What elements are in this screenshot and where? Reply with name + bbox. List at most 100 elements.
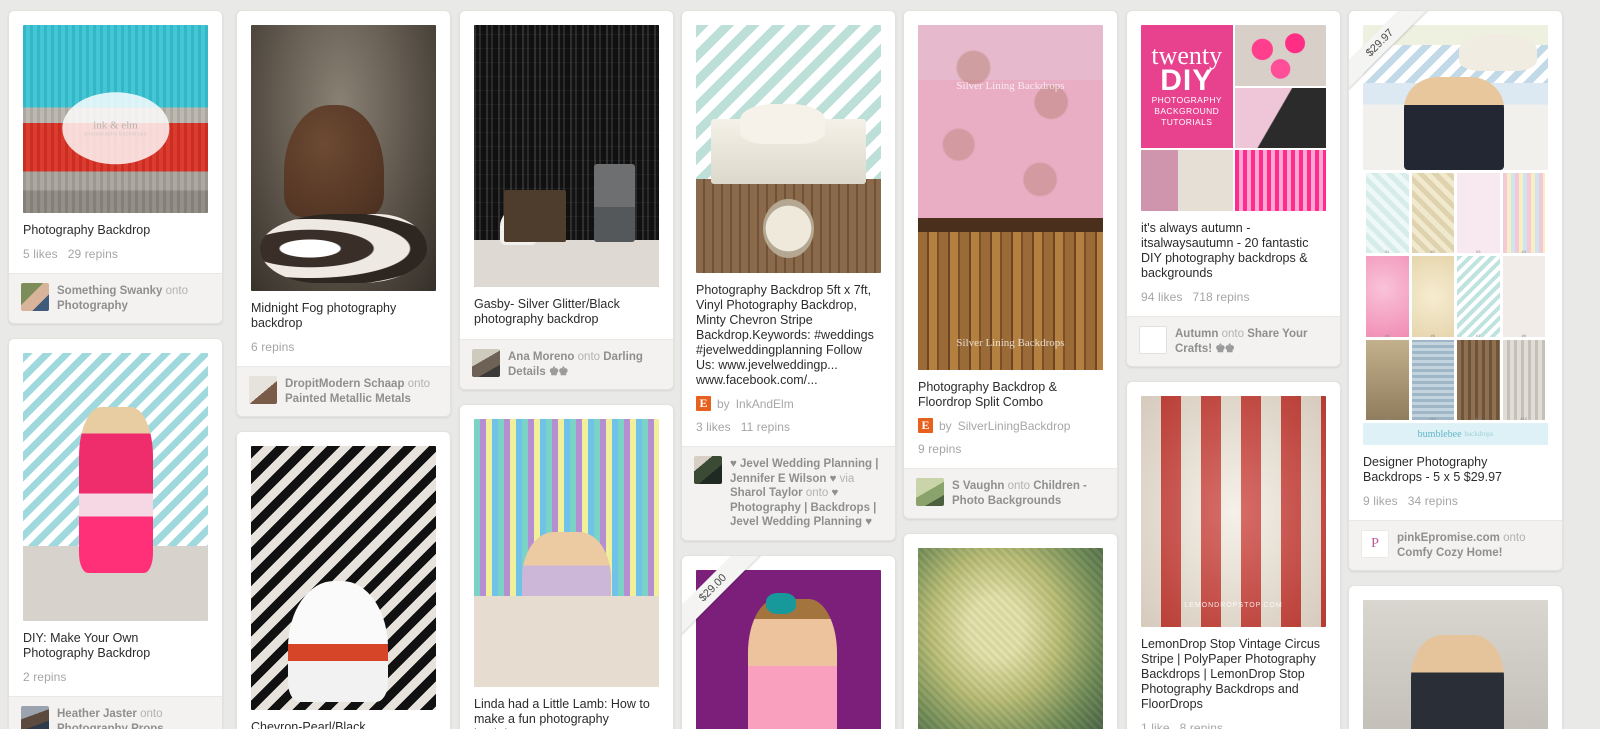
- like-count[interactable]: 3 likes: [696, 420, 731, 434]
- pin-image-container[interactable]: Silver Lining Backdrops Silver Lining Ba…: [904, 11, 1117, 370]
- pin-card-linda-little-lamb[interactable]: Linda had a Little Lamb: How to make a f…: [459, 404, 674, 729]
- pin-attribution[interactable]: P pinkEpromise.com onto Comfy Cozy Home!: [1349, 520, 1562, 570]
- repin-count[interactable]: 29 repins: [68, 247, 118, 261]
- pin-title[interactable]: Chevron-Pearl/Black photography backdrop: [251, 720, 436, 729]
- swatch-12[interactable]: #12: [1502, 339, 1545, 421]
- attrib-user[interactable]: S Vaughn: [952, 480, 1004, 492]
- pin-title[interactable]: Linda had a Little Lamb: How to make a f…: [474, 697, 659, 729]
- pin-title[interactable]: Designer Photography Backdrops - 5 x 5 $…: [1363, 455, 1548, 485]
- pin-card-gasby-silver-glitter[interactable]: Gasby- Silver Glitter/Black photography …: [459, 10, 674, 390]
- pin-attribution[interactable]: Ana Moreno onto Darling Details ♚♚: [460, 339, 673, 389]
- pin-image-brown-chair-cowhide-fog[interactable]: [251, 25, 436, 291]
- repin-count[interactable]: 6 repins: [251, 340, 295, 354]
- repin-count[interactable]: 2 repins: [23, 670, 67, 684]
- swatch-1[interactable]: #1: [1366, 173, 1409, 254]
- swatch-3[interactable]: #3: [1457, 173, 1500, 254]
- attrib-user[interactable]: ♥ Jevel Wedding Planning | Jennifer E Wi…: [730, 458, 879, 485]
- pin-card-20-diy-tutorials[interactable]: twenty DIY PHOTOGRAPHY BACKGROUND TUTORI…: [1126, 10, 1341, 367]
- swatch-9[interactable]: #9: [1366, 339, 1409, 421]
- pin-image-container[interactable]: #1 #2 #3 #4 #5 #6 #7 #8 #9 #10 #11 #12 b…: [1349, 11, 1562, 445]
- attrib-user[interactable]: pinkEpromise.com: [1397, 532, 1500, 544]
- pin-card-minty-chevron-stripe[interactable]: Photography Backdrop 5ft x 7ft, Vinyl Ph…: [681, 10, 896, 541]
- pin-attribution[interactable]: ♥ Jevel Wedding Planning | Jennifer E Wi…: [682, 446, 895, 540]
- attrib-user[interactable]: Heather Jaster: [57, 708, 137, 720]
- pin-image-container[interactable]: [460, 11, 673, 287]
- repin-count[interactable]: 8 repins: [1180, 721, 1224, 729]
- pin-title[interactable]: Midnight Fog photography backdrop: [251, 301, 436, 331]
- swatch-7[interactable]: #7: [1457, 256, 1500, 338]
- source-name[interactable]: SilverLiningBackdrop: [958, 419, 1071, 433]
- attrib-user[interactable]: Something Swanky: [57, 285, 162, 297]
- pin-image-red-cream-circus-stripe[interactable]: LEMONDROPSTOP.COM: [1141, 396, 1326, 627]
- pin-title[interactable]: Photography Backdrop: [23, 223, 208, 238]
- pin-image-container[interactable]: twenty DIY PHOTOGRAPHY BACKGROUND TUTORI…: [1127, 11, 1340, 211]
- pin-card-diy-make-your-own[interactable]: DIY: Make Your Own Photography Backdrop …: [8, 338, 223, 729]
- repin-count[interactable]: 718 repins: [1193, 290, 1250, 304]
- pin-title[interactable]: Gasby- Silver Glitter/Black photography …: [474, 297, 659, 327]
- pin-image-colorful-fringe-streamer[interactable]: [474, 419, 659, 687]
- pin-image-container[interactable]: [237, 11, 450, 291]
- pin-attribution[interactable]: Autumn onto Share Your Crafts! ♚♚: [1127, 316, 1340, 366]
- repin-count[interactable]: 34 repins: [1408, 494, 1458, 508]
- avatar[interactable]: [916, 478, 944, 506]
- pin-title[interactable]: it's always autumn - itsalwaysautumn - 2…: [1141, 221, 1326, 281]
- attrib-board[interactable]: Comfy Cozy Home!: [1397, 547, 1502, 559]
- pin-title[interactable]: Photography Backdrop 5ft x 7ft, Vinyl Ph…: [696, 283, 881, 388]
- pin-image-minty-chevron-newborn-clock[interactable]: [696, 25, 881, 273]
- repin-count[interactable]: 9 repins: [918, 442, 962, 456]
- pin-source-row[interactable]: E by InkAndElm: [696, 396, 881, 411]
- like-count[interactable]: 5 likes: [23, 247, 58, 261]
- pin-source-row[interactable]: E by SilverLiningBackdrop: [918, 418, 1103, 433]
- pin-image-container[interactable]: [237, 432, 450, 710]
- pin-image-container[interactable]: [682, 11, 895, 273]
- pin-card-chevron-pearl-black[interactable]: Chevron-Pearl/Black photography backdrop: [236, 431, 451, 729]
- pin-image-container[interactable]: ink & elm photography backdrops: [9, 11, 222, 213]
- pin-title[interactable]: Photography Backdrop & Floordrop Split C…: [918, 380, 1103, 410]
- pin-card-green-grunge[interactable]: [903, 533, 1118, 729]
- pin-image-container[interactable]: [904, 534, 1117, 729]
- attrib-user[interactable]: Ana Moreno: [508, 351, 574, 363]
- pin-image-pink-damask-wood-split[interactable]: Silver Lining Backdrops Silver Lining Ba…: [918, 25, 1103, 370]
- attrib-board[interactable]: Photography: [57, 300, 128, 312]
- pin-title[interactable]: DIY: Make Your Own Photography Backdrop: [23, 631, 208, 661]
- pin-card-amy-raney-purple[interactable]: $29.00: [681, 554, 896, 729]
- attrib-user[interactable]: Autumn: [1175, 328, 1218, 340]
- attrib-board[interactable]: Photography Props: [57, 723, 164, 729]
- avatar[interactable]: [21, 706, 49, 729]
- like-count[interactable]: 94 likes: [1141, 290, 1183, 304]
- pin-image-container[interactable]: [1349, 586, 1562, 729]
- pin-title[interactable]: LemonDrop Stop Vintage Circus Stripe | P…: [1141, 637, 1326, 712]
- avatar[interactable]: P: [1361, 530, 1389, 558]
- pin-attribution[interactable]: Heather Jaster onto Photography Props: [9, 696, 222, 729]
- swatch-6[interactable]: #6: [1411, 256, 1454, 338]
- swatch-5[interactable]: #5: [1366, 256, 1409, 338]
- pin-card-photography-backdrop[interactable]: ink & elm photography backdrops Photogra…: [8, 10, 223, 324]
- pin-image-girl-purple-backdrop[interactable]: [696, 569, 881, 729]
- pin-card-split-combo[interactable]: Silver Lining Backdrops Silver Lining Ba…: [903, 10, 1118, 519]
- swatch-10[interactable]: #10: [1411, 339, 1454, 421]
- pin-image-black-art-deco-pattern[interactable]: [474, 25, 659, 287]
- avatar[interactable]: [21, 283, 49, 311]
- pin-image-20-diy-collage[interactable]: twenty DIY PHOTOGRAPHY BACKGROUND TUTORI…: [1141, 25, 1326, 211]
- avatar[interactable]: [249, 376, 277, 404]
- repin-count[interactable]: 11 repins: [741, 420, 790, 434]
- pin-attribution[interactable]: Something Swanky onto Photography: [9, 273, 222, 323]
- pin-image-girl-teal-chevron[interactable]: [23, 353, 208, 621]
- attrib-user[interactable]: DropitModern Schaap: [285, 378, 404, 390]
- attrib-board[interactable]: Painted Metallic Metals: [285, 393, 411, 405]
- pin-card-designer-backdrops[interactable]: $29.97 #1 #2 #3 #4 #5 #6 #7 #8 #9 #10 #1…: [1348, 10, 1563, 571]
- pin-image-bumblebee-swatch-grid[interactable]: #1 #2 #3 #4 #5 #6 #7 #8 #9 #10 #11 #12 b…: [1363, 25, 1548, 445]
- pin-image-black-white-chevron-tulip-chair[interactable]: [251, 446, 436, 710]
- pin-image-container[interactable]: [682, 556, 895, 729]
- pin-image-green-gold-grunge[interactable]: [918, 548, 1103, 729]
- pin-attribution[interactable]: DropitModern Schaap onto Painted Metalli…: [237, 366, 450, 416]
- pin-card-boy-suit-backdrop[interactable]: [1348, 585, 1563, 729]
- swatch-8[interactable]: #8: [1502, 256, 1545, 338]
- attrib-via-user[interactable]: Sharol Taylor: [730, 487, 803, 499]
- avatar[interactable]: [1139, 326, 1167, 354]
- pin-image-container[interactable]: [460, 405, 673, 687]
- like-count[interactable]: 1 like: [1141, 721, 1170, 729]
- pin-image-boy-gray-textured[interactable]: [1363, 600, 1548, 729]
- pin-image-container[interactable]: [9, 339, 222, 621]
- pin-card-midnight-fog[interactable]: Midnight Fog photography backdrop 6 repi…: [236, 10, 451, 417]
